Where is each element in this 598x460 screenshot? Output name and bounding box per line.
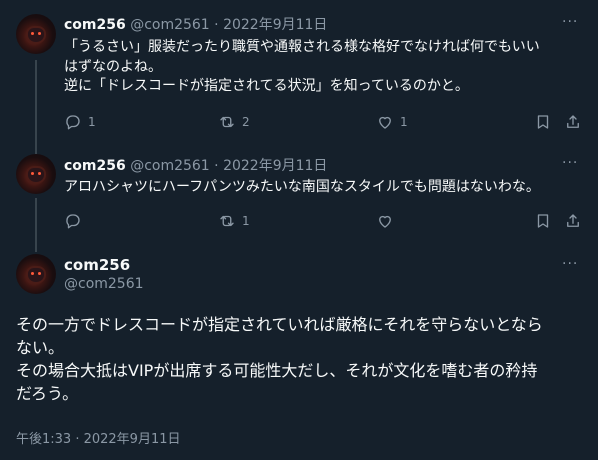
more-icon[interactable]: ··· (562, 256, 578, 272)
display-name[interactable]: com256 (64, 158, 126, 174)
like-icon (379, 116, 391, 129)
tweet-line: 「うるさい」服装だったり職質や通報される様な格好でなければ何でもいい (64, 39, 540, 55)
like-count: 1 (400, 115, 408, 129)
bookmark-icon (537, 214, 549, 228)
bookmark-icon (537, 115, 549, 129)
separator: · (214, 17, 219, 33)
tweet-line: だろう。 (16, 384, 79, 403)
avatar[interactable] (16, 254, 56, 294)
like-button[interactable]: 1 (376, 113, 408, 131)
tweet-text: 「うるさい」服装だったり職質や通報される様な格好でなければ何でもいい はずなのよ… (64, 38, 540, 97)
reply-button[interactable]: 1 (64, 113, 96, 131)
tweet-line: アロハシャツにハーフパンツみたいな南国なスタイルでも問題はないわな。 (64, 179, 540, 195)
reply-button[interactable] (64, 212, 88, 230)
thread-line-1 (35, 60, 37, 154)
tweet-line: はずなのよね。 (64, 58, 162, 75)
tweet-text: その一方でドレスコードが指定されていれば厳格にそれを守らないとなら ない。 その… (16, 313, 543, 405)
tweet-timestamp[interactable]: 午後1:33 · 2022年9月11日 (16, 428, 181, 447)
like-icon (379, 215, 391, 228)
avatar[interactable] (16, 154, 56, 194)
tweet-line: 逆に「ドレスコードが指定されてる状況」を知っているのかと。 (64, 78, 469, 94)
retweet-button[interactable]: 2 (218, 113, 250, 131)
handle[interactable]: @com2561 (64, 276, 144, 292)
tweet-actions: 1 2 1 (64, 113, 584, 135)
share-icon (567, 115, 579, 128)
display-name[interactable]: com256 (64, 17, 126, 33)
tweet-text: アロハシャツにハーフパンツみたいな南国なスタイルでも問題はないわな。 (64, 178, 540, 198)
tweet-actions: 1 (64, 212, 584, 234)
tweet-line: ない。 (16, 338, 65, 357)
avatar[interactable] (16, 14, 56, 54)
bookmark-button[interactable] (534, 113, 552, 131)
reply-count: 1 (88, 115, 96, 129)
more-icon[interactable]: ··· (562, 155, 578, 171)
share-button[interactable] (564, 212, 582, 230)
retweet-count: 1 (242, 214, 250, 228)
retweet-button[interactable]: 1 (218, 212, 250, 230)
retweet-icon (220, 215, 234, 227)
bookmark-button[interactable] (534, 212, 552, 230)
handle[interactable]: @com2561 (130, 158, 210, 174)
tweet-line: その一方でドレスコードが指定されていれば厳格にそれを守らないとなら (16, 315, 543, 334)
reply-icon (66, 214, 80, 229)
like-button[interactable] (376, 212, 400, 230)
tweet-header: com256 @com2561 · 2022年9月11日 (64, 157, 327, 175)
reply-icon (66, 115, 80, 130)
share-button[interactable] (564, 113, 582, 131)
separator: · (214, 158, 219, 174)
timestamp[interactable]: 2022年9月11日 (223, 158, 327, 174)
more-icon[interactable]: ··· (562, 14, 578, 30)
retweet-icon (220, 116, 234, 128)
retweet-count: 2 (242, 115, 250, 129)
timestamp[interactable]: 2022年9月11日 (223, 17, 327, 33)
display-name[interactable]: com256 (64, 256, 130, 274)
handle[interactable]: @com2561 (130, 17, 210, 33)
tweet-header: com256 @com2561 · 2022年9月11日 (64, 16, 327, 34)
share-icon (567, 214, 579, 227)
tweet-line: その場合大抵はVIPが出席する可能性大だし、それが文化を嗜む者の矜持 (16, 361, 538, 380)
thread-line-2 (35, 198, 37, 252)
